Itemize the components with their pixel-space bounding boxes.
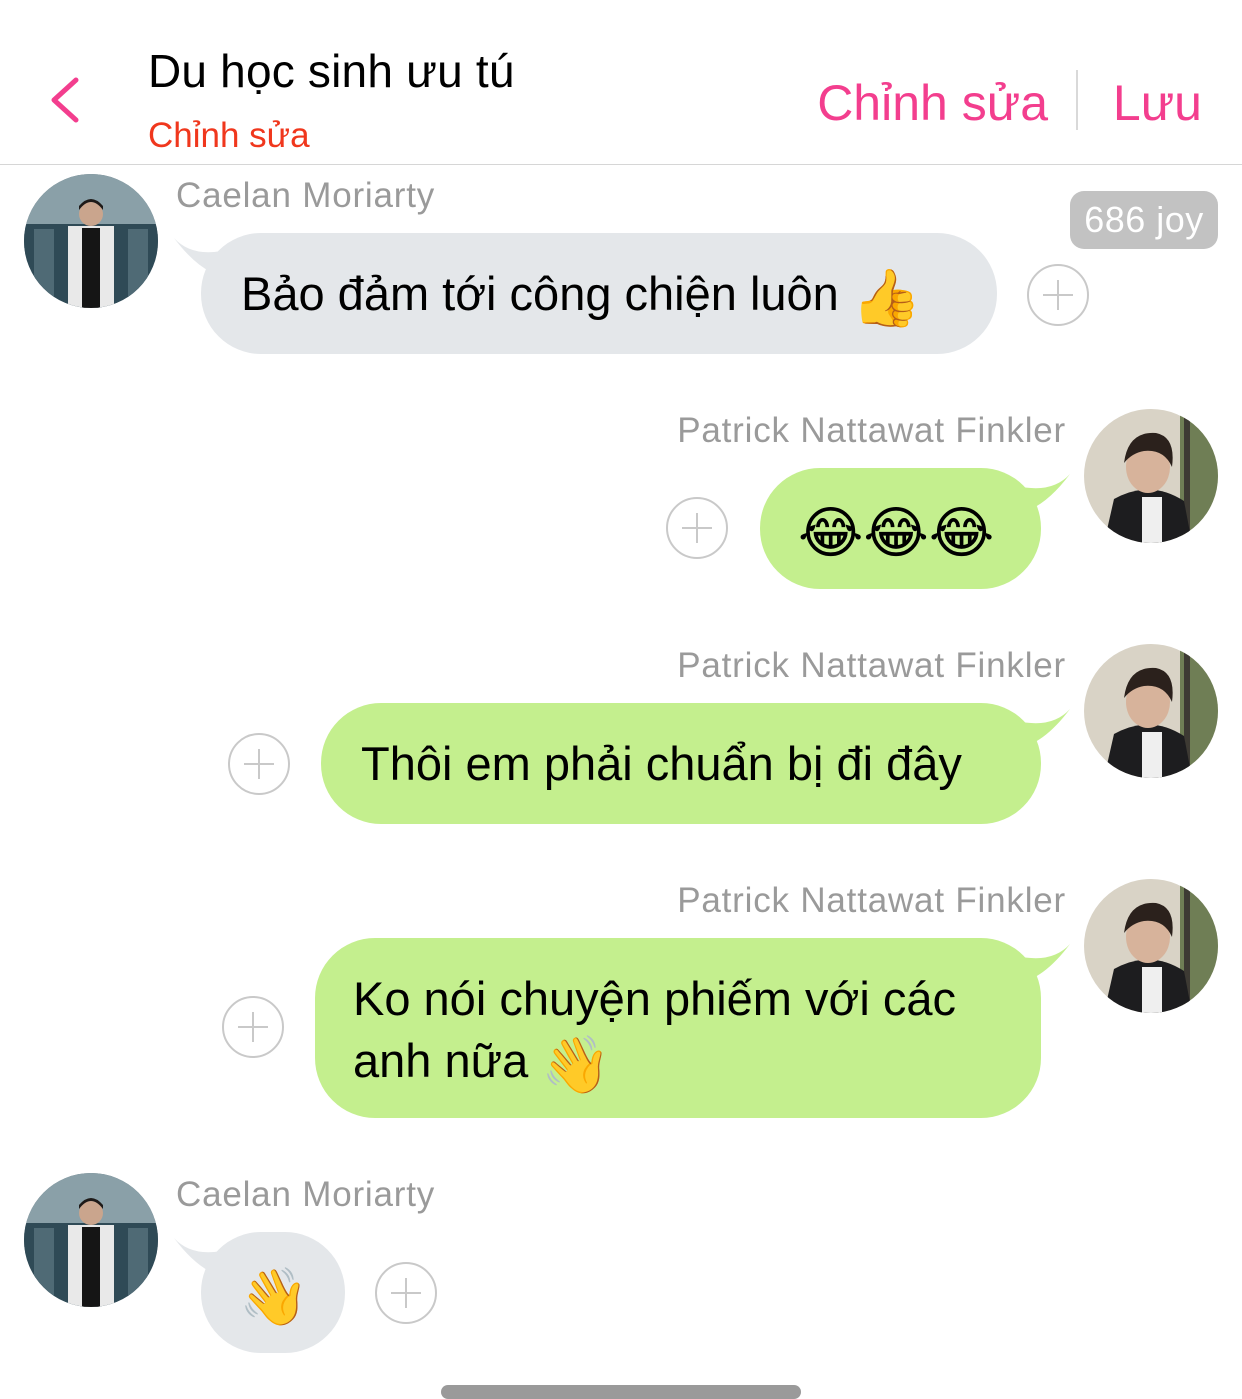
message-text-line-1: Ko nói chuyện phiếm với các: [353, 972, 956, 1025]
avatar-patrick[interactable]: [1084, 879, 1218, 1013]
avatar-caelan[interactable]: [24, 174, 158, 308]
message-bubble[interactable]: Ko nói chuyện phiếm với các anh nữa 👋: [315, 938, 1041, 1118]
avatar-patrick[interactable]: [1084, 409, 1218, 543]
avatar-caelan[interactable]: [24, 1173, 158, 1307]
chat-subtitle-edit-link[interactable]: Chỉnh sửa: [148, 116, 310, 156]
avatar-patrick[interactable]: [1084, 644, 1218, 778]
sender-name: Patrick Nattawat Finkler: [677, 411, 1066, 450]
chat-header: Du học sinh ưu tú Chỉnh sửa Chỉnh sửa Lư…: [0, 0, 1242, 165]
sender-name: Caelan Moriarty: [176, 176, 436, 215]
add-reaction-button[interactable]: [666, 497, 728, 559]
message-bubble[interactable]: 😂😂😂: [760, 468, 1041, 589]
caelan-photo-icon: [24, 1173, 158, 1307]
waving-hand-icon: 👋: [541, 1032, 612, 1096]
laughing-tears-icon: 😂😂😂: [798, 500, 995, 564]
caelan-photo-icon: [24, 174, 158, 308]
message-text-line-2: anh nữa: [353, 1034, 529, 1087]
patrick-photo-icon: [1084, 644, 1218, 778]
sender-name: Patrick Nattawat Finkler: [677, 881, 1066, 920]
thumbs-up-icon: 👍: [851, 265, 922, 329]
chat-title: Du học sinh ưu tú: [148, 45, 515, 97]
chevron-left-icon: [51, 77, 79, 123]
message-bubble[interactable]: Bảo đảm tới công chiện luôn 👍: [201, 233, 997, 354]
message-text: Bảo đảm tới công chiện luôn: [241, 267, 839, 320]
add-reaction-button[interactable]: [1027, 264, 1089, 326]
back-button[interactable]: [40, 68, 100, 132]
header-divider: [1076, 70, 1078, 130]
home-indicator: [441, 1385, 801, 1399]
add-reaction-button[interactable]: [228, 733, 290, 795]
patrick-photo-icon: [1084, 879, 1218, 1013]
message-bubble[interactable]: Thôi em phải chuẩn bị đi đây: [321, 703, 1041, 824]
add-reaction-button[interactable]: [375, 1262, 437, 1324]
save-button[interactable]: Lưu: [1113, 74, 1202, 132]
edit-button[interactable]: Chỉnh sửa: [817, 74, 1048, 132]
sender-name: Patrick Nattawat Finkler: [677, 646, 1066, 685]
reaction-badge: 686 joy: [1070, 191, 1218, 249]
sender-name: Caelan Moriarty: [176, 1175, 436, 1214]
message-text: Thôi em phải chuẩn bị đi đây: [361, 737, 962, 790]
patrick-photo-icon: [1084, 409, 1218, 543]
waving-hand-icon: 👋: [239, 1264, 309, 1328]
add-reaction-button[interactable]: [222, 996, 284, 1058]
message-bubble[interactable]: 👋: [201, 1232, 345, 1353]
